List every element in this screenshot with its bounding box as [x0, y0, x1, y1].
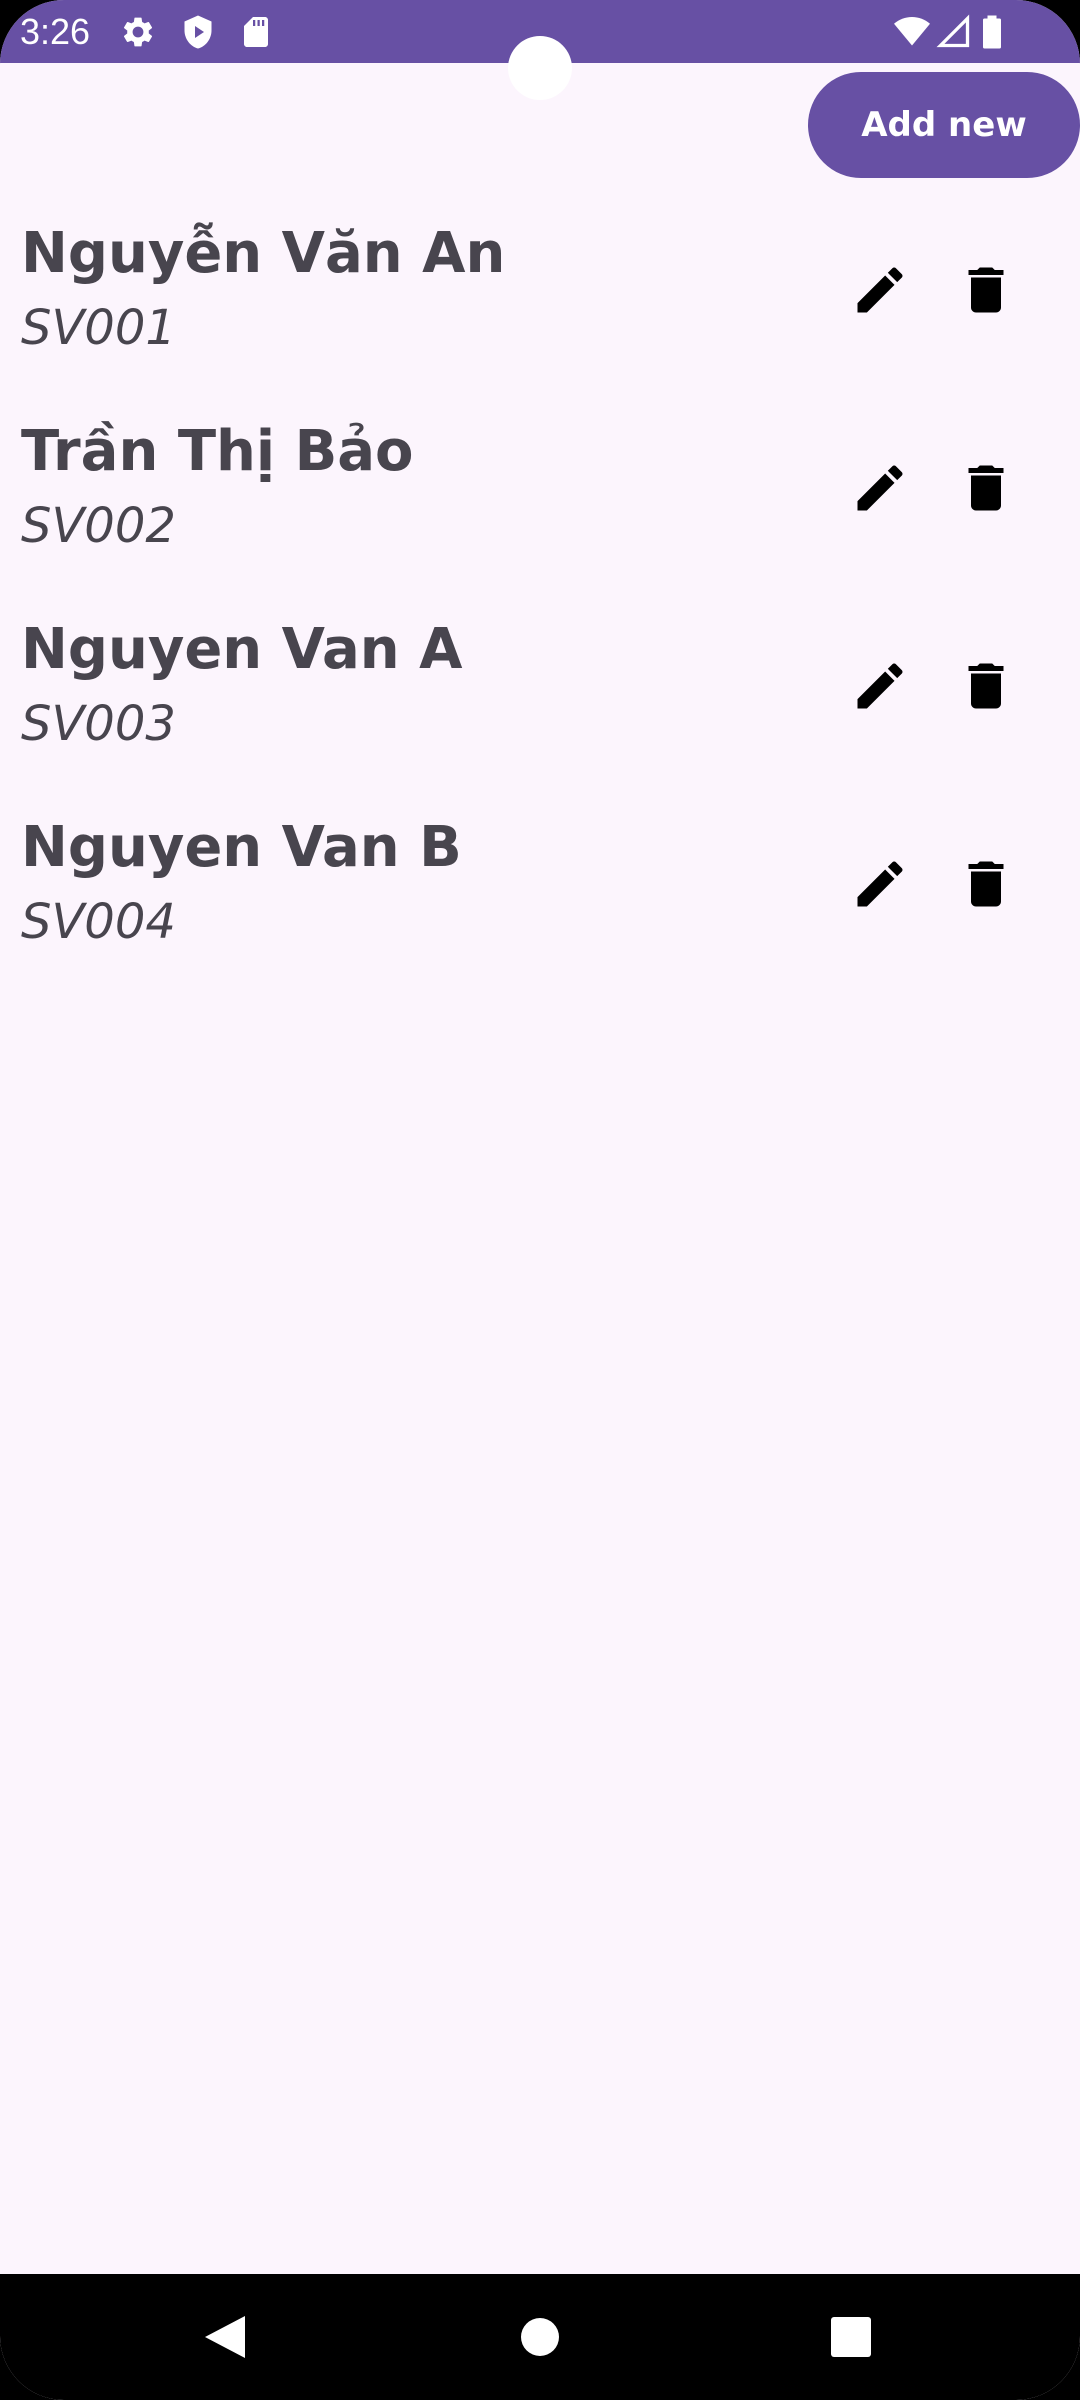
- list-item[interactable]: Nguyen Van B SV004: [0, 804, 1080, 1002]
- list-item[interactable]: Trần Thị Bảo SV002: [0, 408, 1080, 606]
- student-name: Nguyễn Văn An: [21, 221, 506, 286]
- student-id: SV004: [21, 894, 176, 950]
- list-item[interactable]: Nguyen Van A SV003: [0, 606, 1080, 804]
- cell-signal-icon: [936, 14, 972, 50]
- back-icon[interactable]: [192, 2304, 258, 2370]
- student-list: Nguyễn Văn An SV001 Trần Thị Bảo SV002 N…: [0, 210, 1080, 1002]
- edit-icon[interactable]: [842, 450, 918, 526]
- list-item[interactable]: Nguyễn Văn An SV001: [0, 210, 1080, 408]
- edit-icon[interactable]: [842, 648, 918, 724]
- navigation-bar: [0, 2274, 1080, 2400]
- student-id: SV003: [21, 696, 176, 752]
- sd-card-icon: [238, 14, 274, 50]
- app-screen: 3:26 Add new Nguyễn Văn An SV001 Trần Th…: [0, 0, 1080, 2400]
- home-icon[interactable]: [507, 2304, 573, 2370]
- student-id: SV001: [21, 300, 176, 356]
- edit-icon[interactable]: [842, 252, 918, 328]
- settings-icon: [120, 14, 156, 50]
- battery-icon: [980, 14, 1008, 50]
- shield-play-icon: [180, 14, 216, 50]
- delete-icon[interactable]: [948, 252, 1024, 328]
- edit-icon[interactable]: [842, 846, 918, 922]
- add-new-button-label: Add new: [861, 105, 1027, 145]
- delete-icon[interactable]: [948, 648, 1024, 724]
- status-time: 3:26: [20, 11, 91, 52]
- delete-icon[interactable]: [948, 846, 1024, 922]
- student-name: Nguyen Van B: [21, 815, 462, 880]
- add-new-button[interactable]: Add new: [808, 72, 1080, 178]
- recents-icon[interactable]: [818, 2304, 884, 2370]
- wifi-icon: [892, 14, 932, 50]
- student-name: Nguyen Van A: [21, 617, 463, 682]
- camera-cutout: [508, 36, 572, 100]
- delete-icon[interactable]: [948, 450, 1024, 526]
- student-name: Trần Thị Bảo: [21, 419, 414, 484]
- student-id: SV002: [21, 498, 176, 554]
